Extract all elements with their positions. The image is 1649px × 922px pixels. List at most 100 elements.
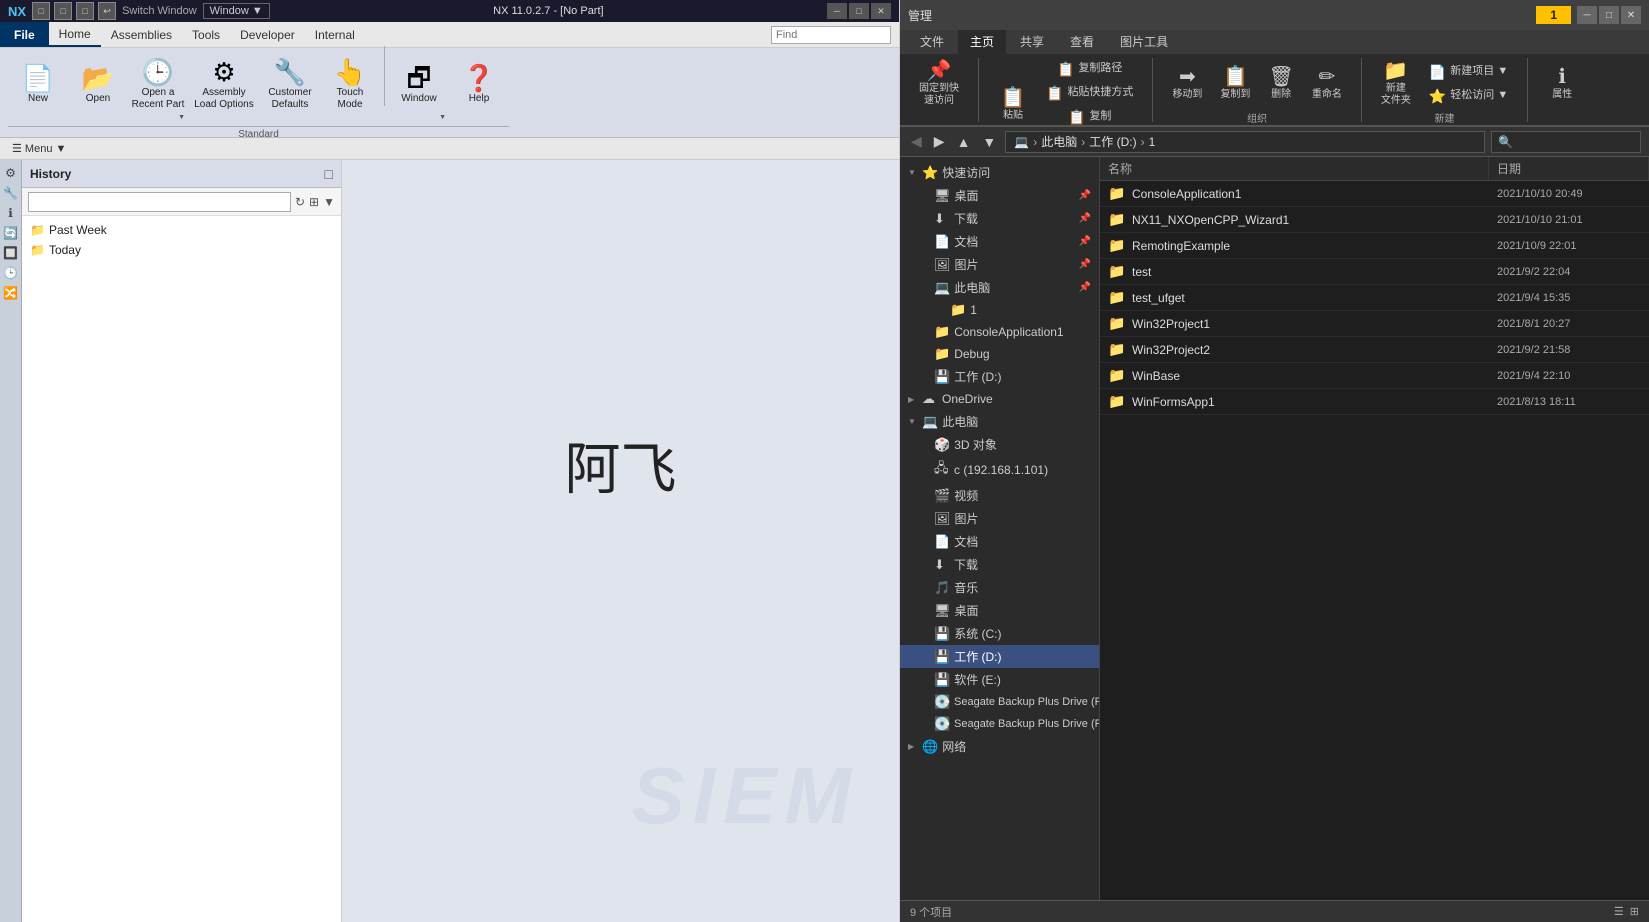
new-item-button[interactable]: 📄 新建项目 ▼ — [1422, 61, 1515, 83]
file-row[interactable]: 📁 ConsoleApplication1 2021/10/10 20:49 — [1100, 181, 1649, 207]
paste-button[interactable]: 📋 粘贴 — [991, 79, 1035, 131]
window-dropdown[interactable]: Window ▼ — [203, 3, 270, 19]
tree-item-documents2[interactable]: 📄 文档 — [900, 530, 1099, 553]
exp-search-input[interactable] — [1517, 136, 1649, 148]
history-search-dropdown-icon[interactable]: ▼ — [323, 195, 335, 209]
view-list-icon[interactable]: ☰ — [1614, 905, 1624, 918]
sidebar-icon-switch[interactable]: 🔀 — [2, 284, 20, 302]
paste-shortcut-button[interactable]: 📋 粘贴快捷方式 — [1039, 82, 1140, 104]
file-row[interactable]: 📁 test 2021/9/2 22:04 — [1100, 259, 1649, 285]
menu-internal[interactable]: Internal — [305, 22, 365, 47]
minimize-button[interactable]: ─ — [827, 3, 847, 19]
exp-tab-view[interactable]: 查看 — [1058, 30, 1106, 54]
menu-home[interactable]: Home — [49, 22, 101, 47]
easy-access-button[interactable]: ⭐ 轻松访问 ▼ — [1422, 85, 1515, 107]
close-button[interactable]: ✕ — [871, 3, 891, 19]
tree-item-software-e[interactable]: 💾 软件 (E:) — [900, 668, 1099, 691]
exp-tab-active[interactable]: 1 — [1536, 6, 1571, 24]
col-header-name[interactable]: 名称 — [1100, 157, 1489, 180]
tree-item-work-d[interactable]: 💾 工作 (D:) — [900, 365, 1099, 388]
exp-address-path[interactable]: 💻 › 此电脑 › 工作 (D:) › 1 — [1005, 131, 1485, 153]
tree-item-network-drive[interactable]: 🖧 c (192.168.1.101) — [900, 456, 1099, 484]
tree-item-pictures2[interactable]: 🖼 图片 — [900, 507, 1099, 530]
exp-tab-share[interactable]: 共享 — [1008, 30, 1056, 54]
file-row[interactable]: 📁 NX11_NXOpenCPP_Wizard1 2021/10/10 21:0… — [1100, 207, 1649, 233]
history-group-today[interactable]: 📁 Today — [22, 240, 341, 260]
toolbar-customer-defaults-button[interactable]: 🔧 Customer Defaults — [260, 46, 320, 124]
tree-item-workd-selected[interactable]: 💾 工作 (D:) — [900, 645, 1099, 668]
copy-to-button[interactable]: 📋 复制到 — [1213, 58, 1257, 110]
tree-item-desktop[interactable]: 🖥 桌面 📌 — [900, 184, 1099, 207]
exp-minimize-button[interactable]: ─ — [1577, 6, 1597, 24]
tree-item-downloads[interactable]: ⬇ 下载 📌 — [900, 207, 1099, 230]
tree-item-3d[interactable]: 🎲 3D 对象 — [900, 433, 1099, 456]
maximize-button[interactable]: □ — [849, 3, 869, 19]
toolbar-touch-mode-button[interactable]: 👆 Touch Mode — [320, 46, 380, 124]
history-search-refresh-icon[interactable]: ↻ — [295, 195, 305, 209]
file-row[interactable]: 📁 test_ufget 2021/9/4 15:35 — [1100, 285, 1649, 311]
file-row[interactable]: 📁 Win32Project1 2021/8/1 20:27 — [1100, 311, 1649, 337]
exp-close-button[interactable]: ✕ — [1621, 6, 1641, 24]
tree-item-thispc[interactable]: ▼ 💻 此电脑 — [900, 410, 1099, 433]
copy-button[interactable]: 📋 复制 — [1039, 106, 1140, 128]
tree-item-pictures[interactable]: 🖼 图片 📌 — [900, 253, 1099, 276]
menu-assemblies[interactable]: Assemblies — [101, 22, 182, 47]
toolbar-assembly-load-button[interactable]: ⚙ Assembly Load Options — [188, 46, 260, 124]
tree-item-1[interactable]: 📁 1 — [900, 299, 1099, 321]
tree-item-downloads2[interactable]: ⬇ 下载 — [900, 553, 1099, 576]
new-folder-button[interactable]: 📁 新建文件夹 — [1374, 58, 1418, 110]
tree-item-onedrive[interactable]: ▶ ☁ OneDrive — [900, 388, 1099, 410]
menu-developer[interactable]: Developer — [230, 22, 305, 47]
sidebar-icon-tool[interactable]: 🔧 — [2, 184, 20, 202]
tree-item-thispc-sub[interactable]: 💻 此电脑 📌 — [900, 276, 1099, 299]
rename-button[interactable]: ✏ 重命名 — [1305, 58, 1349, 110]
sidebar-icon-gear[interactable]: ⚙ — [2, 164, 20, 182]
tb-icon-4[interactable]: ↩ — [98, 2, 116, 20]
history-group-past-week[interactable]: 📁 Past Week — [22, 220, 341, 240]
toolbar-new-button[interactable]: 📄 New — [8, 46, 68, 124]
submenu-menu-button[interactable]: ☰ Menu ▼ — [8, 142, 70, 155]
properties-button[interactable]: ℹ 属性 — [1540, 58, 1584, 110]
delete-button[interactable]: 🗑 删除 — [1261, 58, 1300, 110]
tree-item-quickaccess[interactable]: ▼ ⭐ 快速访问 — [900, 161, 1099, 184]
tree-item-debug[interactable]: 📁 Debug — [900, 343, 1099, 365]
tree-item-consoleapp[interactable]: 📁 ConsoleApplication1 — [900, 321, 1099, 343]
exp-maximize-button[interactable]: □ — [1599, 6, 1619, 24]
history-search-input[interactable] — [28, 192, 291, 212]
exp-tab-file[interactable]: 文件 — [908, 30, 956, 54]
find-input[interactable] — [771, 26, 891, 44]
tree-item-music[interactable]: 🎵 音乐 — [900, 576, 1099, 599]
sidebar-icon-info[interactable]: ℹ — [2, 204, 20, 222]
tree-item-network[interactable]: ▶ 🌐 网络 — [900, 735, 1099, 758]
sidebar-icon-refresh[interactable]: 🔄 — [2, 224, 20, 242]
menu-tools[interactable]: Tools — [182, 22, 230, 47]
file-row[interactable]: 📁 WinFormsApp1 2021/8/13 18:11 — [1100, 389, 1649, 415]
tree-item-videos[interactable]: 🎬 视频 — [900, 484, 1099, 507]
nav-back-button[interactable]: ◀ — [908, 133, 925, 150]
tb-icon-1[interactable]: □ — [32, 2, 50, 20]
nav-up-button[interactable]: ▲ — [954, 134, 974, 150]
nav-recent-button[interactable]: ▼ — [979, 134, 999, 150]
tree-item-seagate1[interactable]: 💽 Seagate Backup Plus Drive (F:) — [900, 691, 1099, 713]
file-row[interactable]: 📁 RemotingExample 2021/10/9 22:01 — [1100, 233, 1649, 259]
move-to-button[interactable]: ➡ 移动到 — [1165, 58, 1209, 110]
sidebar-icon-box[interactable]: 🔲 — [2, 244, 20, 262]
menu-file[interactable]: File — [0, 22, 49, 47]
col-header-date[interactable]: 日期 — [1489, 157, 1649, 180]
exp-tab-home[interactable]: 主页 — [958, 30, 1006, 54]
tree-item-documents[interactable]: 📄 文档 📌 — [900, 230, 1099, 253]
tb-icon-2[interactable]: □ — [54, 2, 72, 20]
toolbar-open-button[interactable]: 📂 Open — [68, 46, 128, 124]
copy-path-button[interactable]: 📋 复制路径 — [1039, 58, 1140, 80]
history-close-button[interactable]: □ — [325, 166, 333, 182]
tree-item-desktop2[interactable]: 🖥 桌面 — [900, 599, 1099, 622]
file-row[interactable]: 📁 WinBase 2021/9/4 22:10 — [1100, 363, 1649, 389]
pin-to-quickaccess-button[interactable]: 📌 固定到快速访问 — [912, 58, 966, 110]
tb-icon-3[interactable]: □ — [76, 2, 94, 20]
tree-item-seagate2[interactable]: 💽 Seagate Backup Plus Drive (F:) — [900, 713, 1099, 735]
toolbar-recent-button[interactable]: 🕒 Open a Recent Part ▼ — [128, 46, 188, 124]
file-row[interactable]: 📁 Win32Project2 2021/9/2 21:58 — [1100, 337, 1649, 363]
toolbar-window-button[interactable]: 🗗 Window ▼ — [389, 46, 449, 124]
tree-item-sysc[interactable]: 💾 系统 (C:) — [900, 622, 1099, 645]
nav-forward-button[interactable]: ▶ — [931, 133, 948, 150]
